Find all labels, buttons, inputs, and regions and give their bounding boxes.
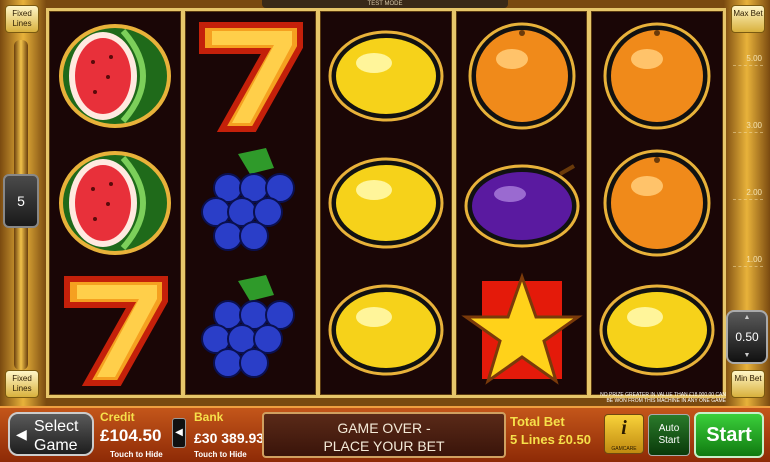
select-game-label: Select Game bbox=[34, 418, 79, 454]
arrow-left-icon: ◀ bbox=[16, 426, 27, 442]
scale-line bbox=[733, 266, 763, 267]
lemon-icon bbox=[324, 271, 448, 389]
current-bet-value: 0.50 bbox=[735, 330, 759, 344]
grapes-icon bbox=[188, 144, 312, 262]
message-line: PLACE YOUR BET bbox=[323, 438, 445, 454]
max-bet-button[interactable]: Max Bet bbox=[731, 5, 765, 33]
watermelon-icon bbox=[53, 17, 177, 135]
credit-touch-hint: Touch to Hide bbox=[110, 450, 163, 459]
total-bet-label: Total Bet bbox=[510, 414, 565, 429]
info-icon: i bbox=[621, 417, 627, 439]
bank-touch-hint: Touch to Hide bbox=[194, 450, 247, 459]
reel-3 bbox=[320, 11, 452, 395]
lemon-icon bbox=[324, 144, 448, 262]
reel-1 bbox=[49, 11, 181, 395]
orange-icon bbox=[595, 17, 719, 135]
seven-icon bbox=[53, 271, 177, 389]
reel-2 bbox=[184, 11, 317, 395]
scale-label: 5.00 bbox=[746, 54, 762, 63]
bank-value[interactable]: £30 389.93 bbox=[194, 430, 264, 446]
message-box: GAME OVER - PLACE YOUR BET bbox=[262, 412, 506, 458]
bank-toggle-button[interactable]: ◀ bbox=[172, 418, 186, 448]
message-line: GAME OVER - bbox=[337, 420, 431, 436]
grapes-icon bbox=[188, 271, 312, 389]
total-bet-value: 5 Lines £0.50 bbox=[510, 432, 591, 447]
select-game-button[interactable]: ◀ Select Game bbox=[8, 412, 94, 456]
lemon-icon bbox=[595, 271, 719, 389]
lines-count-indicator[interactable]: 5 bbox=[3, 174, 39, 228]
min-bet-button[interactable]: Min Bet bbox=[731, 370, 765, 398]
reels-area bbox=[46, 8, 726, 398]
scale-label: 2.00 bbox=[746, 188, 762, 197]
chevron-up-icon: ▲ bbox=[743, 314, 751, 321]
scale-line bbox=[733, 65, 763, 66]
bet-scale: 5.00 3.00 2.00 1.00 bbox=[733, 44, 763, 304]
lemon-icon bbox=[324, 17, 448, 135]
test-mode-label: TEST MODE bbox=[262, 0, 508, 8]
bet-slider-knob[interactable]: ▲ 0.50 ▼ bbox=[726, 310, 768, 364]
chevron-down-icon: ▼ bbox=[743, 352, 751, 359]
reel-5 bbox=[591, 11, 723, 395]
max-win-notice: NO PRIZE GREATER IN VALUE THAN £18,000.0… bbox=[600, 392, 726, 404]
auto-start-button[interactable]: Auto Start bbox=[648, 414, 690, 456]
gamcare-logo: GAMCARE bbox=[611, 446, 637, 452]
bottom-bar: ◀ Select Game Credit £104.50 Touch to Hi… bbox=[0, 406, 770, 462]
watermelon-icon bbox=[53, 144, 177, 262]
scale-line bbox=[733, 199, 763, 200]
plum-icon bbox=[460, 144, 584, 262]
seven-icon bbox=[188, 17, 312, 135]
scale-label: 1.00 bbox=[746, 255, 762, 264]
info-button[interactable]: i GAMCARE bbox=[604, 414, 644, 454]
credit-label: Credit bbox=[100, 410, 135, 424]
fixed-lines-bottom-button[interactable]: Fixed Lines bbox=[5, 370, 39, 398]
orange-icon bbox=[460, 17, 584, 135]
credit-value[interactable]: £104.50 bbox=[100, 426, 161, 446]
star-icon bbox=[460, 271, 584, 389]
reel-4 bbox=[455, 11, 588, 395]
start-button[interactable]: Start bbox=[694, 412, 764, 458]
fixed-lines-top-button[interactable]: Fixed Lines bbox=[5, 5, 39, 33]
scale-line bbox=[733, 132, 763, 133]
orange-icon bbox=[595, 144, 719, 262]
bank-label: Bank bbox=[194, 410, 224, 424]
scale-label: 3.00 bbox=[746, 121, 762, 130]
arrow-left-icon: ◀ bbox=[175, 427, 183, 438]
